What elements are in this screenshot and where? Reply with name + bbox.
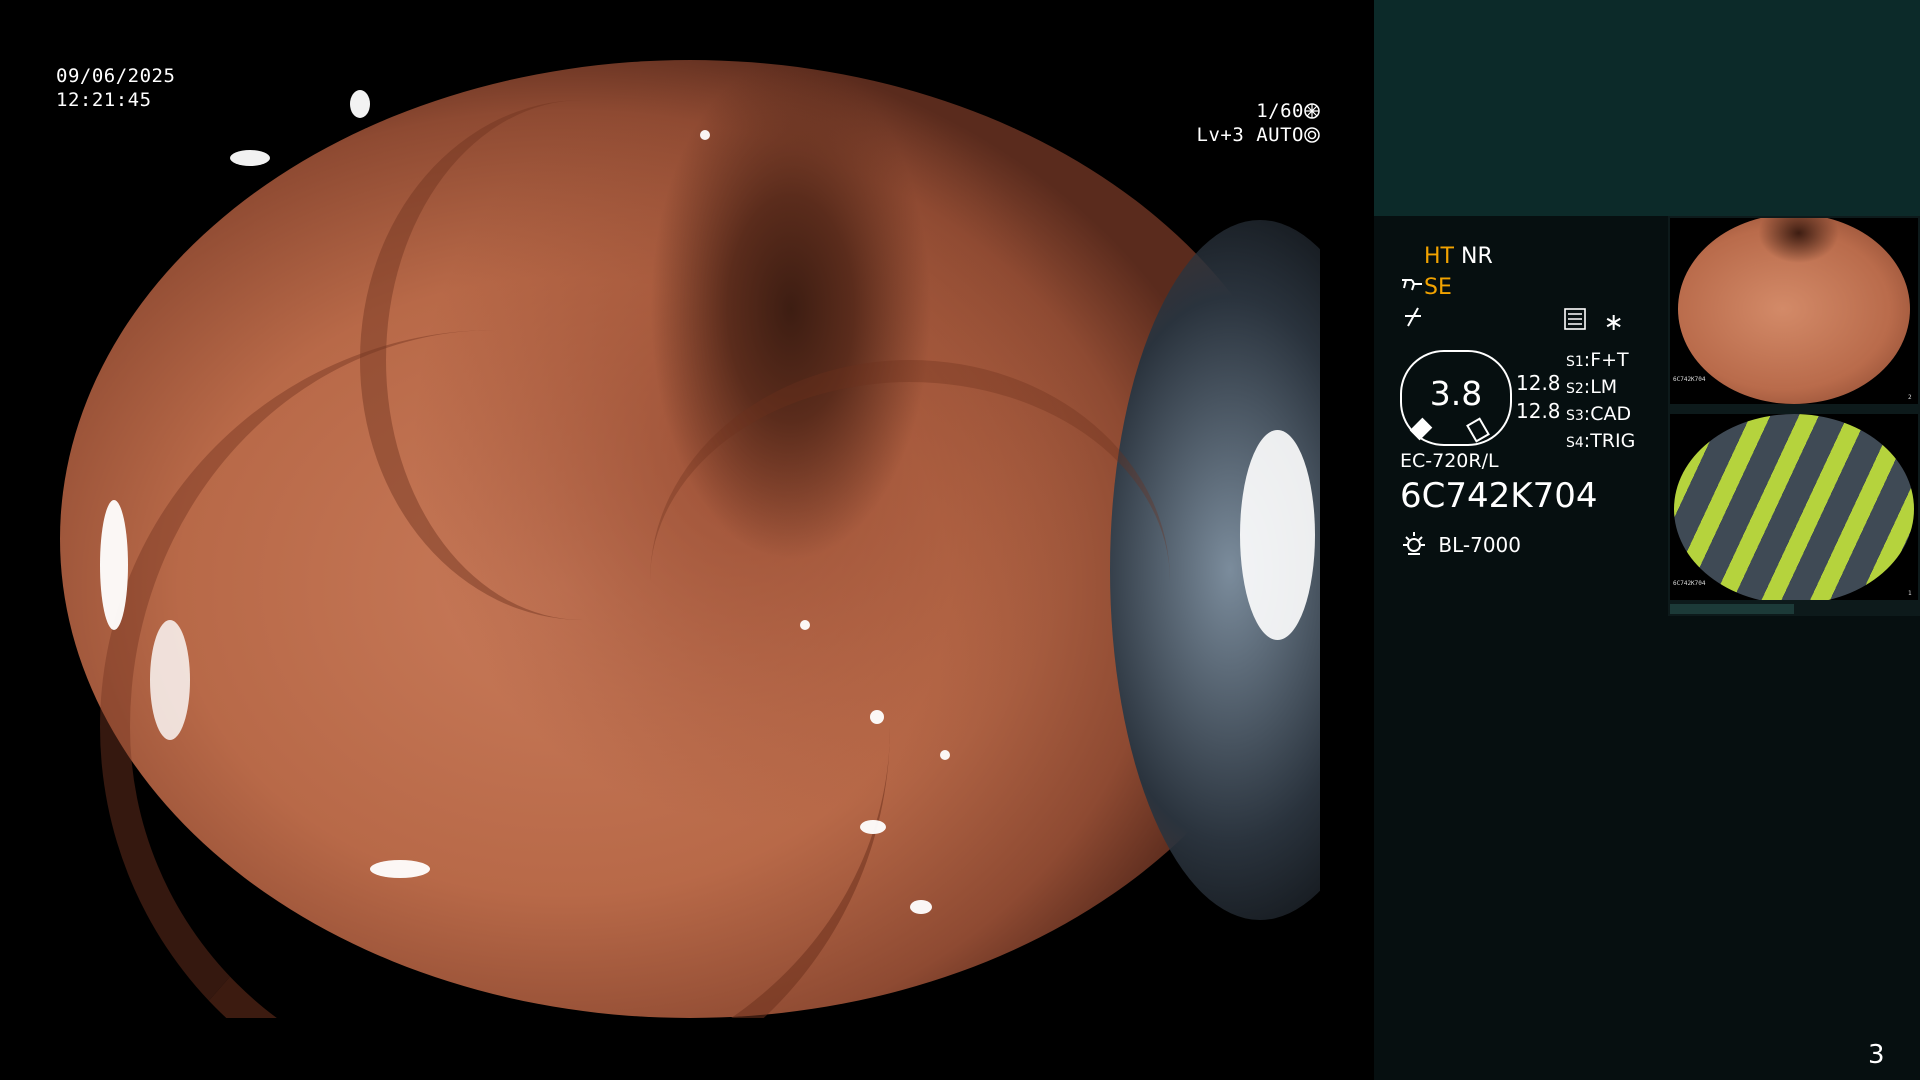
brightness-level: Lv+3 — [1196, 124, 1245, 146]
memo-row: ∗ — [1564, 308, 1624, 336]
thumb-index: 2 — [1908, 394, 1912, 401]
date-text: 09/06/2025 — [56, 65, 176, 87]
switch-value: CAD — [1590, 403, 1632, 425]
thumb-index: 1 — [1908, 590, 1912, 597]
se-indicator: SE — [1424, 275, 1452, 300]
zoom-value: 3.8 — [1429, 374, 1483, 413]
light-reflection — [370, 860, 430, 878]
readout-1: 12.8 — [1516, 371, 1561, 395]
thumb-serial: 6C742K704 — [1673, 376, 1706, 383]
freeze-icon — [1405, 307, 1421, 327]
pattern-thumbnail[interactable]: 6C742K704 1 — [1670, 414, 1918, 600]
light-source-icon — [1403, 532, 1425, 555]
memo-icon — [1564, 308, 1586, 330]
switch-row: S2:LM — [1566, 376, 1618, 398]
level-row: Lv+3 AUTO — [1160, 123, 1320, 147]
time-text: 12:21:45 — [56, 89, 152, 111]
iris-mode: AUTO — [1256, 124, 1304, 146]
switch-key: S2 — [1566, 381, 1584, 397]
scope-model: EC-720R/L — [1400, 450, 1499, 472]
page-number: 3 — [1868, 1040, 1885, 1070]
exposure-overlay: 1/60 Lv+3 AUTO — [1160, 99, 1320, 147]
readouts: 12.8 12.8 — [1516, 369, 1561, 425]
light-reflection — [700, 130, 710, 140]
switch-value: F+T — [1590, 349, 1629, 371]
colon-mucosa-image — [60, 60, 1320, 1018]
thumb-serial: 6C742K704 — [1673, 580, 1706, 587]
shutter-speed: 1/60 — [1256, 100, 1304, 122]
light-reflection — [860, 820, 886, 834]
light-reflection — [1240, 430, 1315, 640]
readout-2: 12.8 — [1516, 399, 1561, 423]
endoscope-view — [60, 60, 1320, 1018]
switch-key: S4 — [1566, 435, 1584, 451]
switch-key: S3 — [1566, 408, 1584, 424]
light-reflection — [910, 900, 932, 914]
switch-value: LM — [1590, 376, 1618, 398]
thumbnail-scroll-indicator[interactable] — [1670, 604, 1794, 614]
light-reflection — [350, 90, 370, 118]
scope-icon — [1402, 279, 1422, 291]
switch-row: S1:F+T — [1566, 349, 1629, 371]
shutter-icon — [1304, 103, 1320, 119]
freeze-row — [1402, 306, 1424, 332]
auto-iris-icon — [1304, 127, 1320, 143]
shutter-row: 1/60 — [1160, 99, 1320, 123]
light-source-row: BL-7000 — [1400, 530, 1521, 558]
light-reflection — [150, 620, 190, 740]
light-reflection — [230, 150, 270, 166]
nr-indicator: NR — [1460, 244, 1493, 269]
switch-row: S4:TRIG — [1566, 430, 1636, 452]
scope-serial: 6C742K704 — [1400, 476, 1598, 516]
processing-status: HT NR — [1424, 244, 1493, 269]
light-reflection — [940, 750, 950, 760]
se-row: SE — [1400, 275, 1452, 300]
star-mark: ∗ — [1603, 308, 1624, 336]
switch-value: TRIG — [1590, 430, 1636, 452]
switch-row: S3:CAD — [1566, 403, 1632, 425]
light-reflection — [870, 710, 884, 724]
light-reflection — [800, 620, 810, 630]
switch-key: S1 — [1566, 354, 1584, 370]
date-time-overlay: 09/06/2025 12:21:45 — [56, 64, 175, 112]
light-reflection — [100, 500, 128, 630]
ht-indicator: HT — [1424, 244, 1454, 269]
light-source-name: BL-7000 — [1438, 533, 1521, 557]
colon-thumbnail[interactable]: 6C742K704 2 — [1670, 218, 1918, 404]
switch-list: S1:F+T S2:LM S3:CAD S4:TRIG — [1566, 348, 1635, 456]
panel-header-area — [1374, 0, 1920, 216]
